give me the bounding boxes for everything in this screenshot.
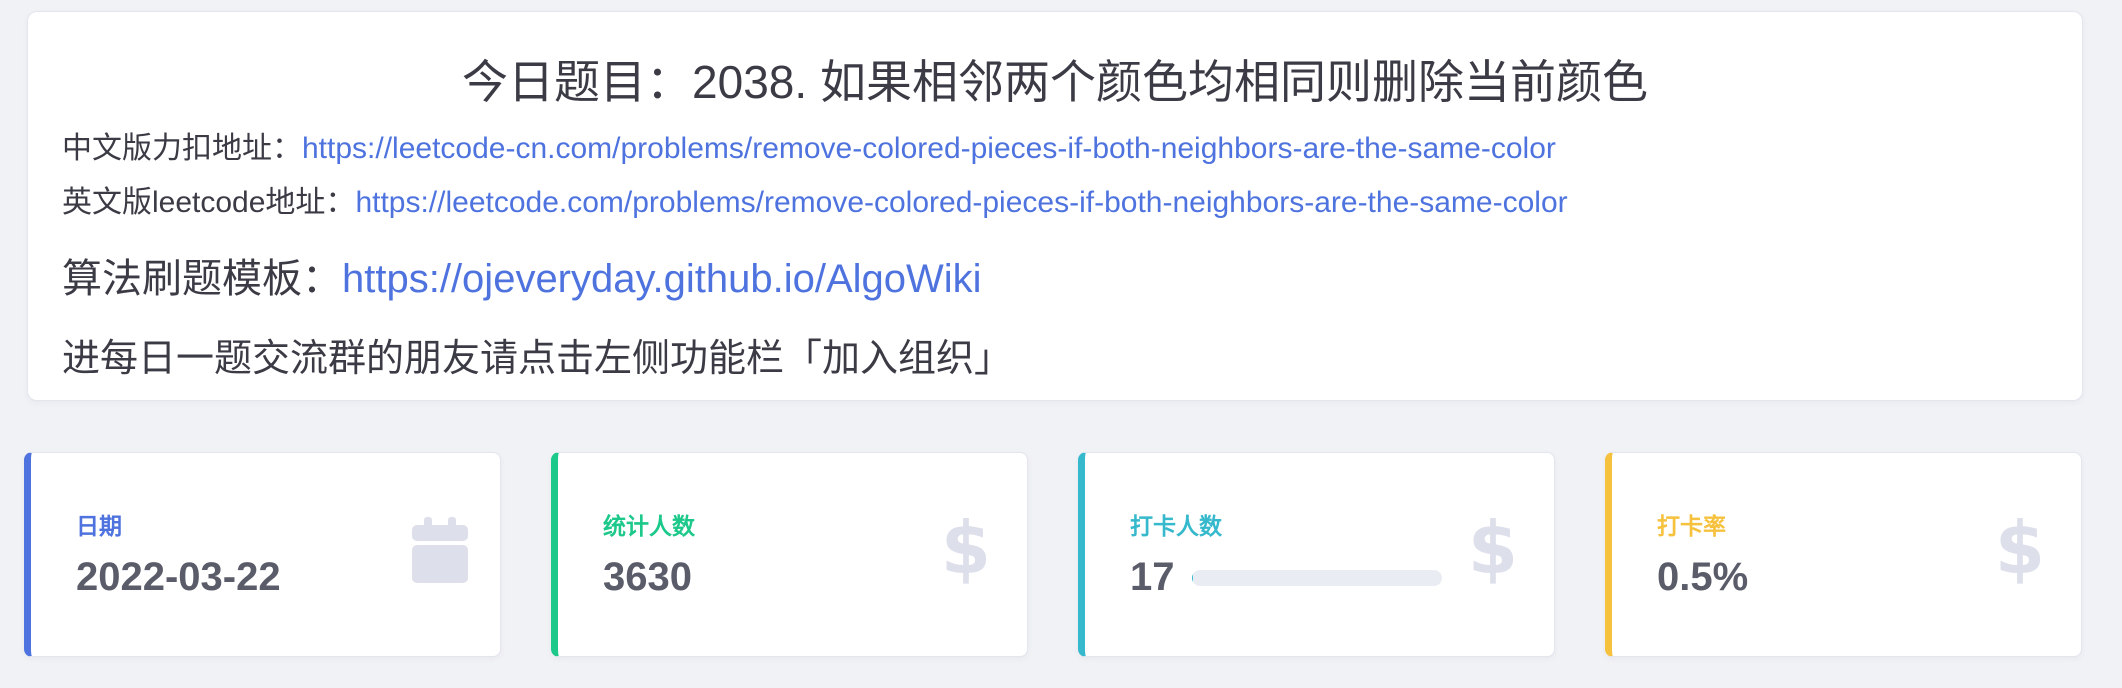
rate-value: 0.5%: [1657, 555, 1749, 599]
cn-link-label: 中文版力扣地址：: [62, 132, 302, 165]
date-value: 2022-03-22: [76, 555, 281, 599]
total-card: 统计人数 3630 $: [551, 452, 1028, 657]
template-link[interactable]: https://ojeveryday.github.io/AlgoWiki: [342, 257, 982, 301]
checkin-value: 17: [1130, 555, 1175, 599]
checkin-card: 打卡人数 17 $: [1078, 452, 1555, 657]
cn-problem-link[interactable]: https://leetcode-cn.com/problems/remove-…: [302, 132, 1556, 165]
date-label: 日期: [76, 513, 122, 539]
dollar-icon: $: [1994, 506, 2045, 590]
total-value: 3630: [603, 555, 692, 599]
rate-label: 打卡率: [1657, 513, 1726, 539]
en-link-label: 英文版leetcode地址：: [62, 186, 356, 219]
checkin-label: 打卡人数: [1130, 513, 1222, 539]
problem-card: 今日题目：2038. 如果相邻两个颜色均相同则删除当前颜色 中文版力扣地址：ht…: [27, 11, 2083, 401]
en-link-row: 英文版leetcode地址：https://leetcode.com/probl…: [62, 183, 1568, 223]
checkin-progress-bar: [1192, 570, 1442, 586]
cn-link-row: 中文版力扣地址：https://leetcode-cn.com/problems…: [62, 129, 1556, 169]
group-notice: 进每日一题交流群的朋友请点击左侧功能栏「加入组织」: [62, 338, 1013, 380]
page-title: 今日题目：2038. 如果相邻两个颜色均相同则删除当前颜色: [462, 56, 1648, 108]
total-label: 统计人数: [603, 513, 695, 539]
calendar-icon: [412, 517, 468, 583]
checkin-progress-fill: [1192, 570, 1194, 586]
dollar-icon: $: [940, 506, 991, 590]
template-label: 算法刷题模板：: [62, 257, 342, 301]
rate-card: 打卡率 0.5% $: [1605, 452, 2082, 657]
date-card: 日期 2022-03-22: [24, 452, 501, 657]
en-problem-link[interactable]: https://leetcode.com/problems/remove-col…: [355, 186, 1567, 219]
dollar-icon: $: [1467, 506, 1518, 590]
template-row: 算法刷题模板：https://ojeveryday.github.io/Algo…: [62, 253, 982, 305]
